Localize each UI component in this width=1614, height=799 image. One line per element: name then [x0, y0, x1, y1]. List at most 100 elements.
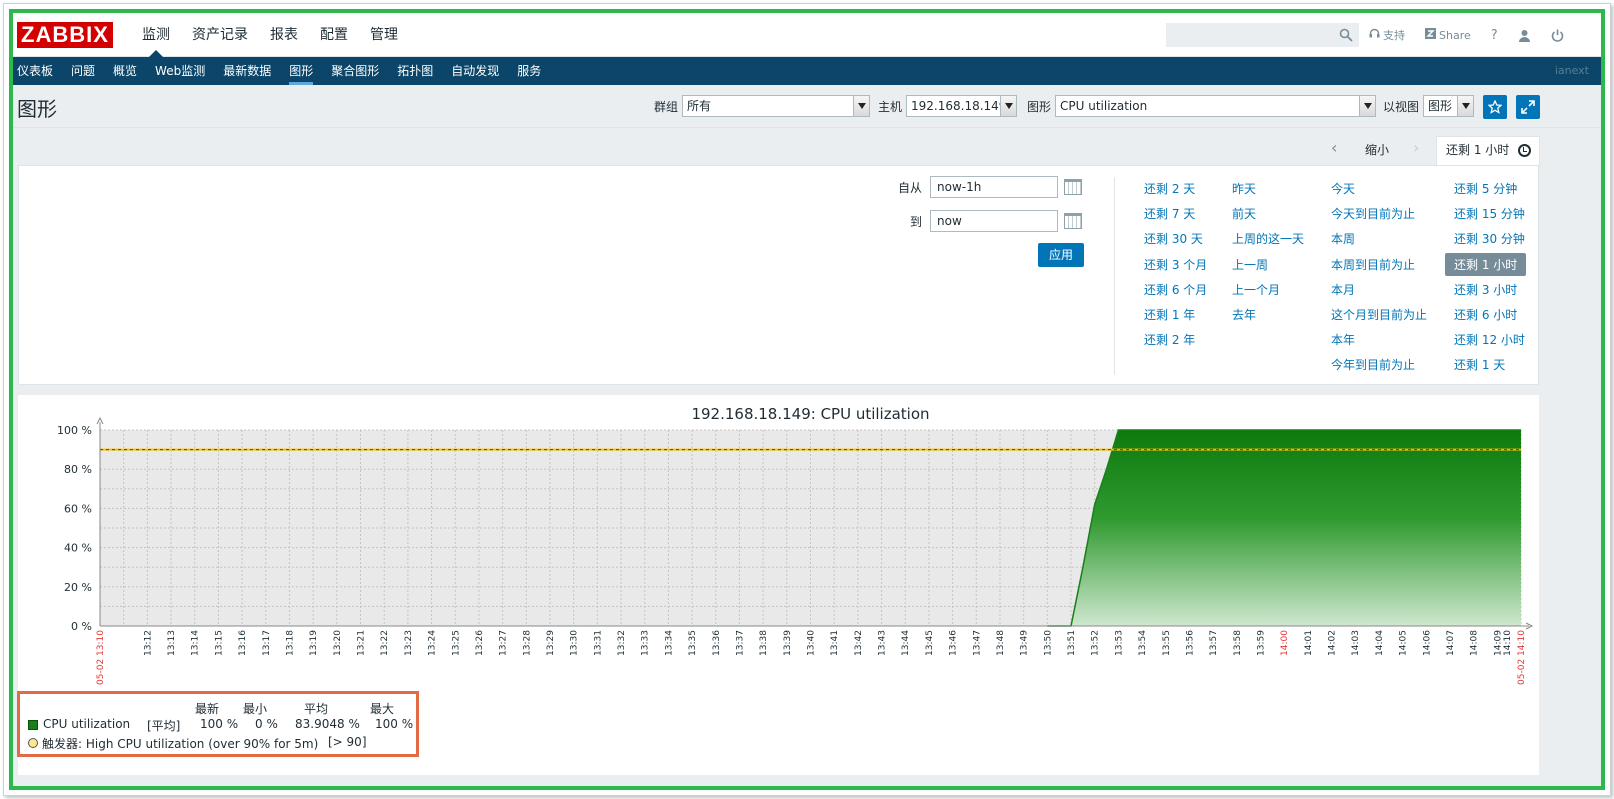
x-tick-label: 13:15	[214, 630, 224, 656]
legend-series-swatch	[28, 720, 38, 730]
quick-range-link[interactable]: 昨天	[1232, 180, 1256, 197]
x-tick-label: 14:06	[1422, 630, 1432, 656]
quick-range-link[interactable]: 还剩 15 分钟	[1454, 205, 1525, 222]
top-right-tools: 支持 Share ?	[1369, 13, 1584, 57]
page-title: 图形	[17, 97, 57, 121]
sub-menu-latest-data[interactable]: 最新数据	[214, 57, 280, 85]
quick-range-link[interactable]: 今天	[1331, 180, 1355, 197]
time-range-tab[interactable]: 还剩 1 小时	[1436, 136, 1540, 167]
quick-range-link[interactable]: 本周	[1331, 230, 1355, 247]
chevron-left-icon[interactable]: ‹	[1331, 138, 1337, 157]
host-select-value: 192.168.18.149	[911, 99, 1007, 113]
help-icon[interactable]: ?	[1491, 28, 1498, 43]
x-tick-label: 13:20	[333, 630, 343, 656]
search-icon[interactable]	[1339, 28, 1353, 42]
x-tick-label: 13:57	[1209, 630, 1219, 656]
apply-button[interactable]: 应用	[1038, 243, 1084, 267]
sub-menu-overview[interactable]: 概览	[104, 57, 146, 85]
x-start-label: 05-02 13:10	[96, 630, 106, 685]
x-tick-label: 13:17	[262, 630, 272, 656]
graph-legend: 最新 最小 平均 最大 CPU utilization [平均] 100 % 0…	[17, 691, 419, 757]
x-tick-label: 14:02	[1328, 630, 1338, 656]
quick-range-link[interactable]: 还剩 30 天	[1144, 230, 1203, 247]
quick-range-link[interactable]: 上周的这一天	[1232, 230, 1304, 247]
graph-select[interactable]: CPU utilization	[1055, 95, 1377, 117]
sub-menu-web[interactable]: Web监测	[146, 57, 214, 85]
quick-range-link[interactable]: 还剩 6 小时	[1454, 306, 1517, 323]
x-tick-label: 13:45	[925, 630, 935, 656]
quick-range-link[interactable]: 今天到目前为止	[1331, 205, 1415, 222]
quick-range-link[interactable]: 今年到目前为止	[1331, 356, 1415, 373]
y-tick-label: 80 %	[64, 463, 92, 476]
y-tick-label: 100 %	[57, 424, 92, 437]
host-select[interactable]: 192.168.18.149	[906, 95, 1018, 117]
to-input[interactable]: now	[930, 210, 1058, 232]
y-tick-label: 0 %	[71, 620, 92, 633]
share-link[interactable]: Share	[1425, 28, 1471, 42]
quick-range-link[interactable]: 还剩 7 天	[1144, 205, 1195, 222]
current-user: ianext	[1554, 64, 1589, 77]
chevron-down-icon	[1000, 96, 1017, 116]
graph-label: 图形	[1027, 99, 1052, 114]
quick-range-link[interactable]: 上一周	[1232, 256, 1268, 273]
quick-range-link[interactable]: 这个月到目前为止	[1331, 306, 1427, 323]
quick-range-link[interactable]: 本周到目前为止	[1331, 256, 1415, 273]
sign-out-icon[interactable]	[1551, 29, 1564, 42]
x-tick-label: 13:40	[807, 630, 817, 656]
favorite-button[interactable]	[1483, 95, 1507, 119]
global-search-input[interactable]	[1166, 23, 1359, 47]
quick-range-link[interactable]: 还剩 1 天	[1454, 356, 1505, 373]
sub-menu-services[interactable]: 服务	[508, 57, 550, 85]
quick-range-link[interactable]: 还剩 2 天	[1144, 180, 1195, 197]
calendar-icon[interactable]	[1064, 213, 1082, 229]
quick-range-link[interactable]: 还剩 30 分钟	[1454, 230, 1525, 247]
sub-menu-graphs[interactable]: 图形	[280, 57, 322, 85]
sub-menu-discovery[interactable]: 自动发现	[442, 57, 508, 85]
quick-range-link[interactable]: 还剩 5 分钟	[1454, 180, 1517, 197]
quick-range-link[interactable]: 本月	[1331, 281, 1355, 298]
quick-range-link[interactable]: 还剩 1 小时	[1445, 252, 1527, 276]
support-link[interactable]: 支持	[1369, 27, 1405, 43]
top-header: ZABBIX 监测 资产记录 报表 配置 管理 支持 Share ?	[13, 13, 1601, 57]
view-select[interactable]: 图形	[1423, 95, 1475, 117]
quick-range-link[interactable]: 还剩 3 个月	[1144, 256, 1207, 273]
x-tick-label: 13:21	[357, 630, 367, 656]
sub-menu-screens[interactable]: 聚合图形	[322, 57, 388, 85]
quick-range-link[interactable]: 上一个月	[1232, 281, 1280, 298]
fullscreen-button[interactable]	[1516, 95, 1540, 119]
quick-range-link[interactable]: 还剩 1 年	[1144, 306, 1195, 323]
quick-range-link[interactable]: 前天	[1232, 205, 1256, 222]
from-input[interactable]: now-1h	[930, 176, 1058, 198]
group-select[interactable]: 所有	[682, 95, 871, 117]
main-menu-administration[interactable]: 管理	[359, 13, 409, 57]
to-row: 到 now	[892, 210, 1082, 232]
quick-range-link[interactable]: 还剩 6 个月	[1144, 281, 1207, 298]
x-tick-label: 14:10	[1503, 630, 1513, 656]
x-tick-label: 13:56	[1185, 630, 1195, 656]
expand-icon	[1521, 100, 1535, 114]
quick-range-link[interactable]: 还剩 12 小时	[1454, 331, 1525, 348]
quick-range-link[interactable]: 去年	[1232, 306, 1256, 323]
quick-range-link[interactable]: 本年	[1331, 331, 1355, 348]
quick-range-link[interactable]: 还剩 3 小时	[1454, 281, 1517, 298]
main-menu-monitoring[interactable]: 监测	[131, 13, 181, 57]
x-tick-label: 13:53	[1114, 630, 1124, 656]
sub-menu-problems[interactable]: 问题	[62, 57, 104, 85]
calendar-icon[interactable]	[1064, 179, 1082, 195]
main-menu-configuration[interactable]: 配置	[309, 13, 359, 57]
sub-menu-maps[interactable]: 拓扑图	[388, 57, 442, 85]
panel-divider	[1114, 177, 1115, 375]
x-tick-label: 13:58	[1233, 630, 1243, 656]
x-tick-label: 13:52	[1091, 630, 1101, 656]
x-tick-label: 14:04	[1375, 630, 1385, 656]
zoom-out-button[interactable]: 缩小	[1365, 141, 1389, 158]
zabbix-logo[interactable]: ZABBIX	[17, 22, 113, 48]
main-menu-inventory[interactable]: 资产记录	[181, 13, 259, 57]
x-tick-label: 13:19	[309, 630, 319, 656]
quick-range-link[interactable]: 还剩 2 年	[1144, 331, 1195, 348]
main-menu-reports[interactable]: 报表	[259, 13, 309, 57]
sub-menu-dashboard[interactable]: 仪表板	[13, 57, 62, 85]
legend-trigger-name: 触发器: High CPU utilization (over 90% for …	[42, 737, 319, 751]
user-profile-icon[interactable]	[1518, 29, 1531, 42]
y-tick-label: 40 %	[64, 542, 92, 555]
